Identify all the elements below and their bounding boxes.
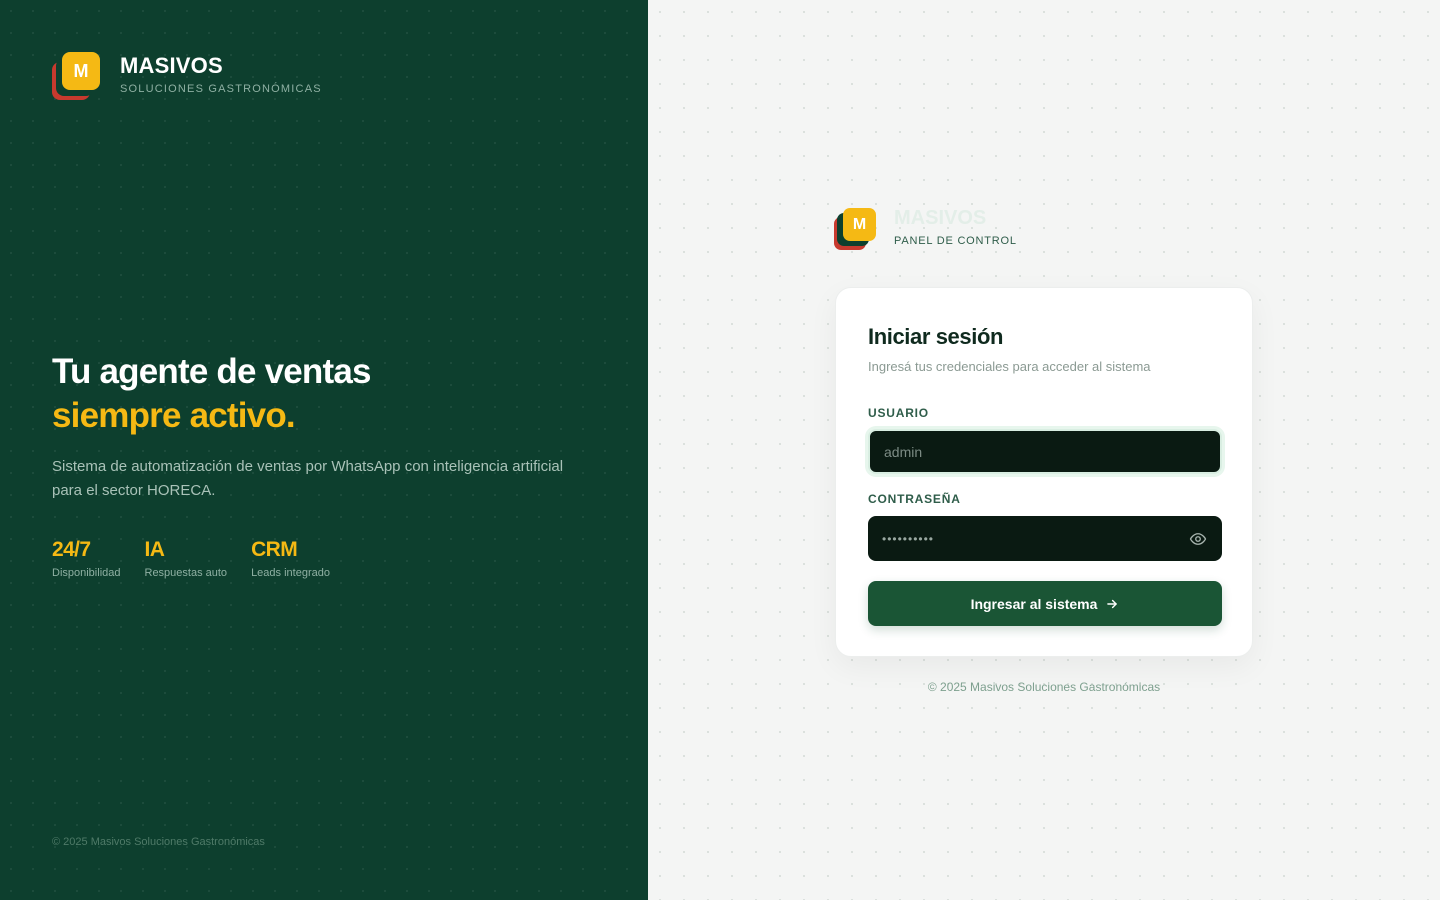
- panel-subtitle: PANEL DE CONTROL: [894, 235, 1017, 247]
- login-card: Iniciar sesión Ingresá tus credenciales …: [835, 287, 1253, 657]
- stat-label: Leads integrado: [251, 567, 330, 579]
- submit-label: Ingresar al sistema: [970, 595, 1098, 612]
- stat-ai: IA Respuestas auto: [145, 538, 228, 579]
- password-input[interactable]: ••••••••••: [882, 532, 1188, 546]
- login-submit-button[interactable]: Ingresar al sistema: [868, 581, 1222, 626]
- panel-brand-name: MASIVOS: [894, 207, 987, 229]
- panel-logo: M: [834, 208, 876, 250]
- stat-availability: 24/7 Disponibilidad: [52, 538, 121, 579]
- arrow-right-icon: [1105, 597, 1119, 611]
- stat-value: 24/7: [52, 538, 91, 561]
- hero-highlight: siempre activo.: [52, 396, 296, 435]
- login-title: Iniciar sesión: [868, 324, 1004, 349]
- brand-tagline: SOLUCIONES GASTRONÓMICAS: [120, 83, 322, 95]
- brand-panel: M MASIVOS SOLUCIONES GASTRONÓMICAS Tu ag…: [0, 0, 648, 900]
- username-field-wrapper: [868, 429, 1222, 474]
- brand-logo: M: [52, 52, 100, 100]
- logo-letter: M: [62, 52, 100, 90]
- stat-label: Respuestas auto: [144, 567, 228, 579]
- right-copyright: © 2025 Masivos Soluciones Gastronómicas: [927, 680, 1161, 694]
- stat-label: Disponibilidad: [52, 567, 121, 579]
- password-field-wrapper: ••••••••••: [868, 516, 1222, 561]
- hero-title: Tu agente de ventas: [52, 352, 371, 391]
- password-label: CONTRASEÑA: [868, 492, 961, 506]
- stat-crm: CRM Leads integrado: [251, 538, 330, 579]
- username-input[interactable]: [884, 443, 1206, 460]
- login-panel: M MASIVOS PANEL DE CONTROL Iniciar sesió…: [648, 0, 1440, 900]
- logo-letter: M: [843, 208, 876, 241]
- username-label: USUARIO: [868, 406, 929, 420]
- stat-value: IA: [144, 538, 165, 561]
- stats-row: 24/7 Disponibilidad IA Respuestas auto C…: [52, 538, 330, 579]
- stat-value: CRM: [251, 538, 298, 561]
- left-copyright: © 2025 Masivos Soluciones Gastronómicas: [52, 836, 265, 848]
- eye-icon[interactable]: [1188, 529, 1208, 549]
- brand-name: MASIVOS: [120, 53, 223, 78]
- hero-description: Sistema de automatización de ventas por …: [52, 458, 564, 499]
- login-subtitle: Ingresá tus credenciales para acceder al…: [868, 359, 1151, 374]
